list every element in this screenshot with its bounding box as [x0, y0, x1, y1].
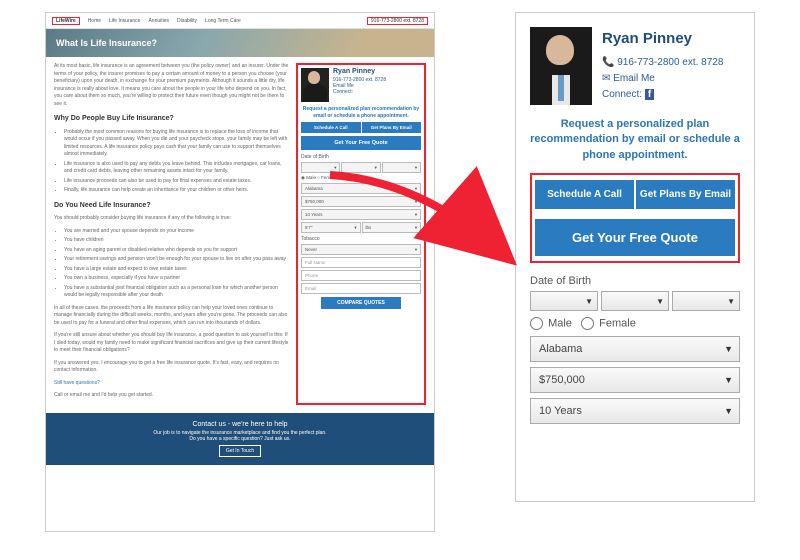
dob-label: Date of Birth: [301, 154, 421, 160]
compare-quotes-button[interactable]: COMPARE QUOTES: [321, 297, 401, 309]
list-item: You own a business, especially if you ha…: [64, 275, 290, 283]
tobacco-label: Tobacco: [301, 236, 421, 242]
list-item: Finally, life insurance can help create …: [64, 187, 290, 195]
agent-photo: [530, 27, 592, 105]
list-item: You have children: [64, 237, 290, 245]
dob-month-select[interactable]: [301, 162, 340, 173]
name-input[interactable]: Full Name: [301, 257, 421, 268]
footer-title: Contact us - we're here to help: [54, 421, 426, 428]
plans-email-button[interactable]: Get Plans By Email: [636, 180, 735, 209]
agent-name: Ryan Pinney: [602, 27, 723, 51]
agent-connect: Connect:: [333, 89, 386, 95]
dob-label: Date of Birth: [530, 275, 740, 287]
tobacco-select[interactable]: Never: [301, 244, 421, 255]
term-select[interactable]: 10 Years: [301, 209, 421, 220]
para: Call or email me and I'd help you get st…: [54, 392, 290, 400]
request-text: Request a personalized plan recommendati…: [530, 117, 740, 163]
needs-list: You are married and your spouse depends …: [54, 228, 290, 300]
term-select[interactable]: 10 Years: [530, 398, 740, 424]
state-select[interactable]: Alabama: [530, 336, 740, 362]
nav-item[interactable]: Home: [88, 18, 101, 24]
request-text: Request a personalized plan recommendati…: [301, 106, 421, 119]
list-item: Life insurance is also used to pay any d…: [64, 161, 290, 176]
agent-name: Ryan Pinney: [333, 68, 386, 75]
cta-highlight-box: Schedule A Call Get Plans By Email Get Y…: [530, 173, 740, 263]
logo[interactable]: LifeWire: [52, 17, 80, 25]
free-quote-button[interactable]: Get Your Free Quote: [535, 219, 735, 256]
intro-para: At its most basic, life insurance is an …: [54, 63, 290, 108]
plans-email-button[interactable]: Get Plans By Email: [362, 122, 422, 133]
para: If you answered yes, I encourage you to …: [54, 360, 290, 375]
state-select[interactable]: Alabama: [301, 183, 421, 194]
list-item: You have an aging parent or disabled rel…: [64, 247, 290, 255]
male-radio[interactable]: [530, 317, 543, 330]
facebook-icon[interactable]: f: [645, 89, 654, 100]
dob-year-select[interactable]: [672, 291, 740, 311]
list-item: You have a substantial joint financial o…: [64, 285, 290, 300]
list-item: Life insurance proceeds can also be used…: [64, 178, 290, 186]
need-lead: You should probably consider buying life…: [54, 215, 290, 223]
free-quote-button[interactable]: Get Your Free Quote: [301, 136, 421, 150]
footer-sub: Do you have a specific question? Just as…: [54, 436, 426, 442]
agent-email-link[interactable]: ✉ Email Me: [602, 71, 723, 87]
list-item: Probably the most common reasons for buy…: [64, 129, 290, 159]
schedule-call-button[interactable]: Schedule A Call: [301, 122, 361, 133]
zoom-panel: Ryan Pinney 📞 916-773-2800 ext. 8728 ✉ E…: [515, 12, 755, 502]
nav-item[interactable]: Annuities: [148, 18, 169, 24]
article-body: At its most basic, life insurance is an …: [54, 63, 290, 405]
email-input[interactable]: Email: [301, 283, 421, 294]
weight-input[interactable]: lbs: [362, 222, 422, 233]
agent-photo: [301, 68, 329, 102]
footer: Contact us - we're here to help Our job …: [46, 413, 434, 465]
agent-block: Ryan Pinney 📞 916-773-2800 ext. 8728 ✉ E…: [530, 27, 740, 105]
dob-day-select[interactable]: [601, 291, 669, 311]
gender-radio[interactable]: ◉ Male ○ Female: [301, 175, 421, 181]
nav-item[interactable]: Disability: [177, 18, 197, 24]
dob-month-select[interactable]: [530, 291, 598, 311]
phone-input[interactable]: Phone: [301, 270, 421, 281]
female-radio[interactable]: [581, 317, 594, 330]
page-title: What Is Life Insurance?: [56, 38, 157, 48]
para: If you're still unsure about whether you…: [54, 332, 290, 355]
height-select[interactable]: 5'7": [301, 222, 361, 233]
para: In all of these cases, the proceeds from…: [54, 305, 290, 328]
quote-sidebar: Ryan Pinney 916-773-2800 ext. 8728 Email…: [296, 63, 426, 405]
page-screenshot-left: LifeWire Home Life Insurance Annuities D…: [45, 12, 435, 532]
list-item: You have a large estate and expect to ow…: [64, 266, 290, 274]
amount-select[interactable]: $750,000: [530, 367, 740, 393]
agent-connect: Connect: f: [602, 87, 723, 103]
hero: What Is Life Insurance?: [46, 29, 434, 57]
nav-item[interactable]: Long Term Care: [205, 18, 241, 24]
agent-phone[interactable]: 📞 916-773-2800 ext. 8728: [602, 55, 723, 71]
still-questions-link[interactable]: Still have questions?: [54, 380, 100, 386]
list-item: You are married and your spouse depends …: [64, 228, 290, 236]
heading-need: Do You Need Life Insurance?: [54, 201, 290, 212]
footer-contact-button[interactable]: Get In Touch: [219, 445, 261, 457]
schedule-call-button[interactable]: Schedule A Call: [535, 180, 634, 209]
nav-phone[interactable]: 916-773-2800 ext. 8728: [367, 17, 428, 25]
dob-day-select[interactable]: [341, 162, 380, 173]
nav-item[interactable]: Life Insurance: [109, 18, 140, 24]
top-nav: LifeWire Home Life Insurance Annuities D…: [46, 13, 434, 29]
amount-select[interactable]: $750,000: [301, 196, 421, 207]
gender-radio[interactable]: Male Female: [530, 317, 740, 330]
heading-why: Why Do People Buy Life Insurance?: [54, 114, 290, 125]
list-item: Your retirement savings and pension won'…: [64, 256, 290, 264]
dob-year-select[interactable]: [382, 162, 421, 173]
reasons-list: Probably the most common reasons for buy…: [54, 129, 290, 195]
agent-block: Ryan Pinney 916-773-2800 ext. 8728 Email…: [301, 68, 421, 102]
